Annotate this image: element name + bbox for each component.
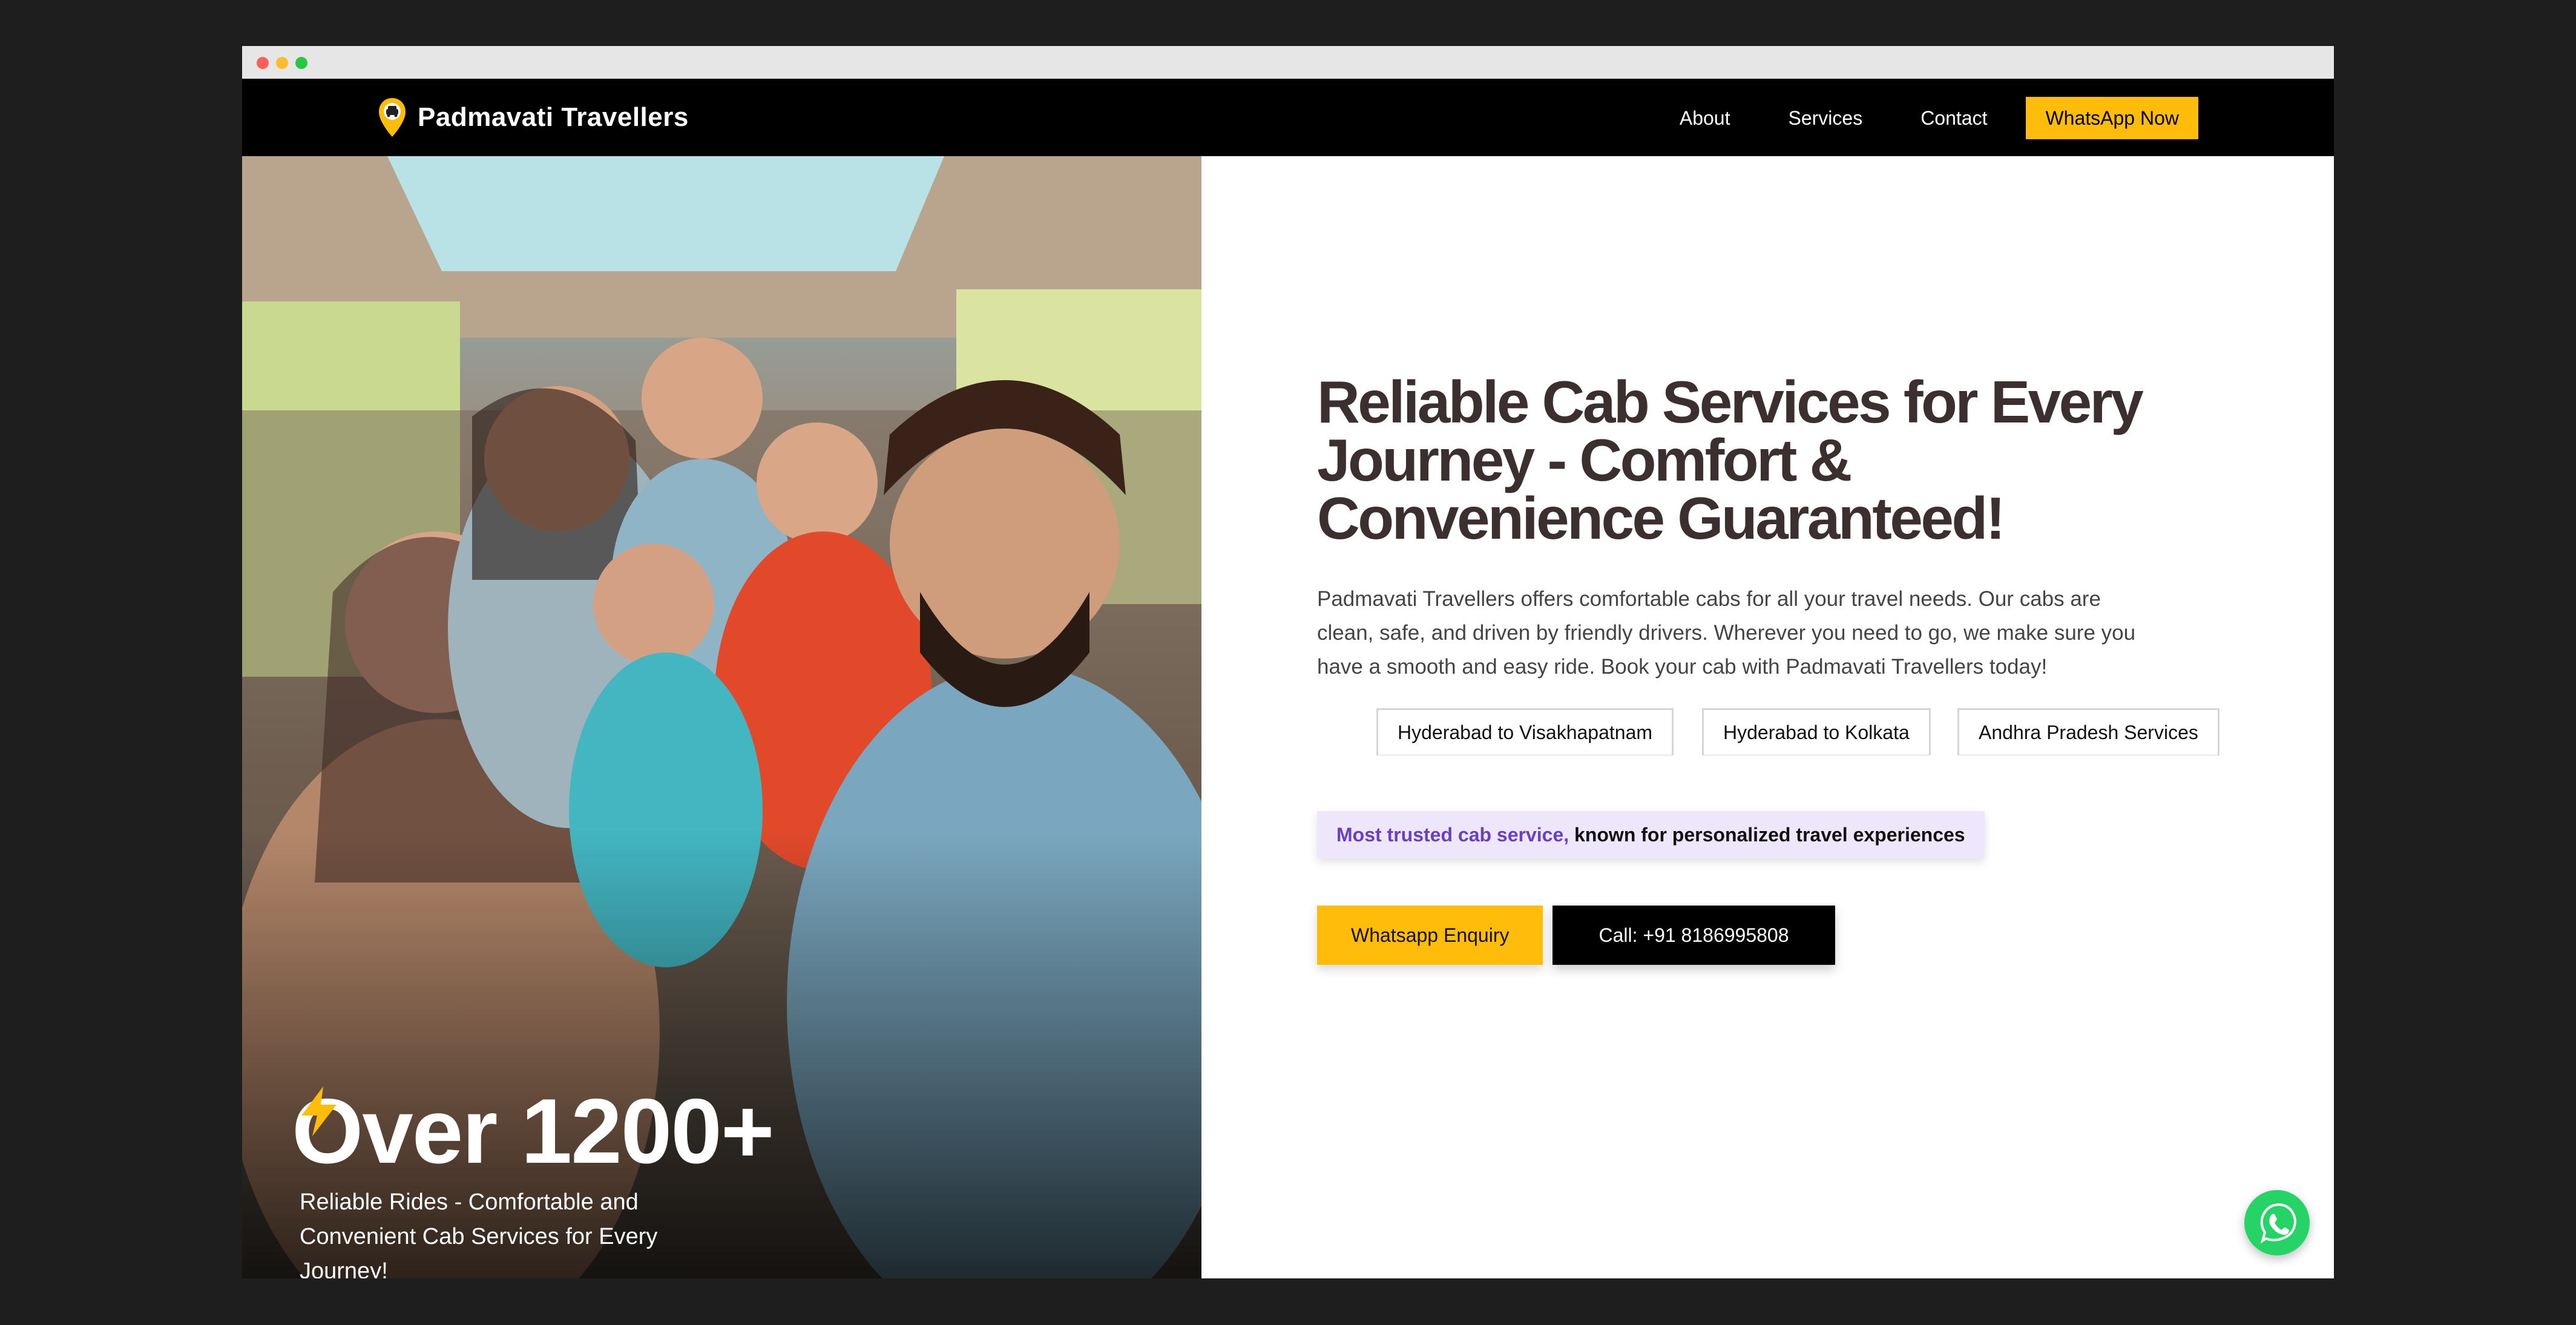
browser-window: Padmavati Travellers About Services Cont… xyxy=(242,46,2334,1278)
nav-contact-link[interactable]: Contact xyxy=(1920,107,1987,130)
call-button[interactable]: Call: +91 8186995808 xyxy=(1552,906,1835,965)
map-pin-taxi-icon xyxy=(379,98,406,137)
window-titlebar xyxy=(242,46,2334,79)
brand-logo-link[interactable]: Padmavati Travellers xyxy=(378,96,689,139)
whatsapp-float-button[interactable] xyxy=(2244,1190,2310,1255)
nav-services-link[interactable]: Services xyxy=(1788,107,1862,130)
family-in-car-photo: Over 1200+ Reliable Rides - Comfortable … xyxy=(242,156,1201,1278)
rides-subtitle: Reliable Rides - Comfortable and Conveni… xyxy=(300,1189,658,1278)
maximize-window-button[interactable] xyxy=(295,57,307,69)
page-headline: Reliable Cab Services for Every Journey … xyxy=(1317,369,2144,551)
close-window-button[interactable] xyxy=(257,57,269,69)
rides-count-stat: Over 1200+ xyxy=(292,1080,775,1183)
lightning-bolt-icon xyxy=(301,1087,337,1136)
trust-badge-text: known for personalized travel experience… xyxy=(1569,824,1965,846)
hero-description: Padmavati Travellers offers comfortable … xyxy=(1317,587,2136,679)
trust-badge-accent: Most trusted cab service, xyxy=(1336,824,1569,846)
nav-about-link[interactable]: About xyxy=(1680,107,1730,130)
hero-content: Reliable Cab Services for Every Journey … xyxy=(1317,369,2220,965)
route-chip-andhra-pradesh[interactable]: Andhra Pradesh Services xyxy=(1957,708,2220,755)
nav-links: About Services Contact WhatsApp Now xyxy=(1680,97,2198,139)
hero-actions: Whatsapp Enquiry Call: +91 8186995808 xyxy=(1317,906,2164,965)
route-chip-hyderabad-visakhapatnam[interactable]: Hyderabad to Visakhapatnam xyxy=(1376,708,1674,755)
site-navbar: Padmavati Travellers About Services Cont… xyxy=(242,79,2334,156)
brand-name: Padmavati Travellers xyxy=(418,102,689,132)
minimize-window-button[interactable] xyxy=(276,57,288,69)
trust-badge: Most trusted cab service, known for pers… xyxy=(1317,811,1985,858)
routes-carousel: re Hyderabad to Visakhapatnam Hyderabad … xyxy=(1317,708,2243,755)
whatsapp-enquiry-button[interactable]: Whatsapp Enquiry xyxy=(1317,906,1543,965)
route-chip-hyderabad-kolkata[interactable]: Hyderabad to Kolkata xyxy=(1702,708,1931,755)
rides-count-text: Over 1200+ xyxy=(292,1080,775,1183)
whatsapp-icon xyxy=(2260,1203,2297,1244)
whatsapp-now-button[interactable]: WhatsApp Now xyxy=(2026,97,2198,139)
